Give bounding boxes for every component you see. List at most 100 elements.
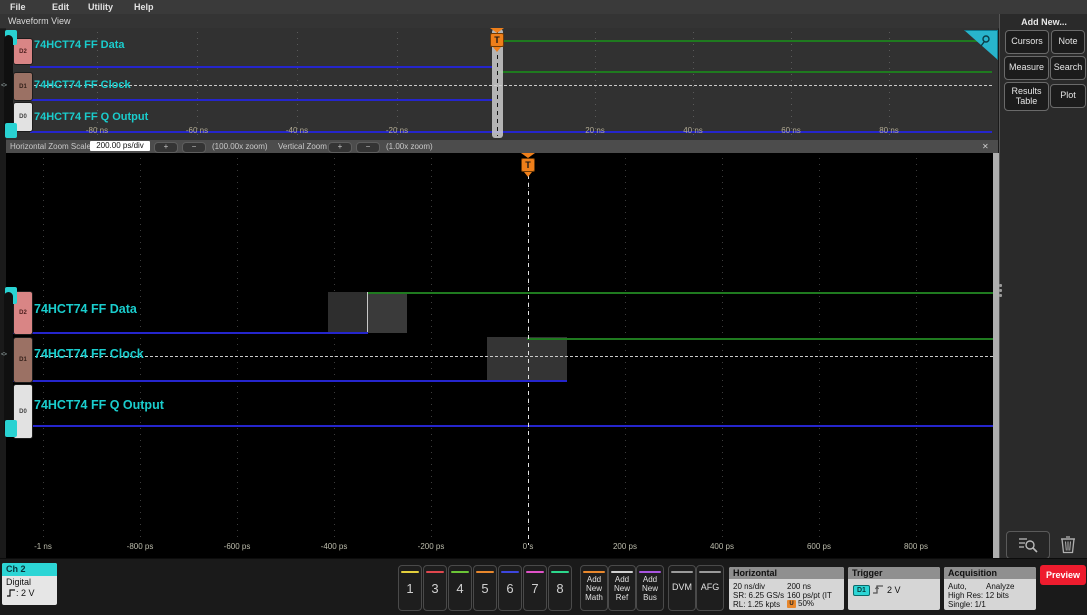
channel-label-q-output[interactable]: 74HCT74 FF Q Output [34, 111, 148, 123]
zoom-scale-bar: Horizontal Zoom Scale 200.00 ps/div + − … [6, 140, 998, 153]
channel-button-7[interactable]: 7 [523, 565, 547, 611]
axis-tick-label: 60 ns [781, 126, 801, 135]
gridline [237, 158, 238, 538]
gridline [334, 158, 335, 538]
channel-label-clock[interactable]: 74HCT74 FF Clock [34, 79, 131, 91]
trigger-panel[interactable]: Trigger D1 2 V [848, 567, 940, 610]
tab-waveform-view[interactable]: Waveform View [8, 14, 71, 28]
gridline [197, 32, 198, 136]
zoom-group-handle[interactable] [4, 292, 13, 435]
clock-level-dashed-line [34, 85, 992, 86]
menu-utility[interactable]: Utility [88, 0, 113, 14]
d1-high-segment [497, 71, 992, 73]
gridline [791, 32, 792, 136]
zoom-group-tab-bottom[interactable] [5, 420, 17, 437]
horizontal-panel[interactable]: Horizontal 20 ns/div 200 ns SR: 6.25 GS/… [729, 567, 844, 610]
trigger-position-line [528, 175, 529, 545]
acquisition-title: Acquisition [944, 567, 1036, 579]
trash-button[interactable] [1055, 531, 1081, 557]
dvm-button[interactable]: DVM [668, 565, 696, 611]
overview-trigger-marker[interactable]: T [490, 28, 504, 52]
h-zoom-scale-value[interactable]: 200.00 ps/div [90, 141, 150, 151]
axis-tick-label: 200 ps [612, 542, 638, 551]
trigger-source-badge: D1 [853, 585, 870, 597]
menu-edit[interactable]: Edit [52, 0, 69, 14]
ch2-title: Ch 2 [2, 563, 57, 576]
trigger-t-icon: T [521, 158, 535, 172]
channel-label-clock[interactable]: 74HCT74 FF Clock [34, 347, 144, 361]
acq-resolution: High Res: 12 bits [948, 591, 1009, 600]
v-zoom-label: Vertical Zoom [278, 142, 327, 151]
waveform-overview[interactable]: D2 D1 D0 74HCT74 FF Data 74HCT74 FF Cloc… [6, 28, 998, 141]
channel-number: 5 [481, 581, 489, 596]
axis-tick-label: -20 ns [385, 126, 409, 135]
channel-button-4[interactable]: 4 [448, 565, 472, 611]
add-new-math-button[interactable]: Add New Math [580, 565, 608, 611]
axis-tick-label: 0 s [522, 542, 534, 551]
results-table-button[interactable]: Results Table [1004, 82, 1049, 111]
panel-drag-handle[interactable] [996, 282, 1004, 304]
h-record-length: RL: 1.25 kpts [733, 600, 781, 609]
channel-color-stripe [501, 571, 519, 573]
channel-label-data[interactable]: 74HCT74 FF Data [34, 302, 137, 316]
ch2-badge[interactable]: Ch 2 Digital : 2 V [2, 563, 57, 605]
zoom-results-button[interactable] [1006, 531, 1050, 559]
magnifier-icon [980, 35, 990, 47]
d1-low-segment [6, 380, 567, 382]
channel-button-1[interactable]: 1 [398, 565, 422, 611]
channel-number: 8 [556, 581, 564, 596]
v-zoom-minus-button[interactable]: − [356, 142, 380, 153]
v-zoom-plus-button[interactable]: + [328, 142, 352, 153]
gridline [916, 158, 917, 538]
add-new-bus-label: Add New Bus [641, 575, 658, 602]
channel-button-5[interactable]: 5 [473, 565, 497, 611]
afg-button[interactable]: AFG [696, 565, 724, 611]
d2-transition-region-right [368, 292, 407, 333]
channel-chip-d1[interactable]: D1 [13, 72, 33, 101]
channel-label-data[interactable]: 74HCT74 FF Data [34, 39, 124, 51]
d1-low-segment [30, 99, 492, 101]
h-zoom-minus-button[interactable]: − [182, 142, 206, 153]
axis-tick-label: -1 ns [34, 542, 52, 551]
measure-button[interactable]: Measure [1004, 56, 1049, 80]
cursors-button[interactable]: Cursors [1005, 30, 1049, 54]
channel-button-8[interactable]: 8 [548, 565, 572, 611]
d2-low-segment [30, 66, 492, 68]
channel-chip-d1[interactable]: D1 [13, 337, 33, 383]
menu-file[interactable]: File [10, 0, 26, 14]
zoomed-waveform-view[interactable]: T D2 D1 D0 74HCT74 FF Data 74HCT74 FF Cl… [6, 153, 993, 558]
channel-button-6[interactable]: 6 [498, 565, 522, 611]
search-button[interactable]: Search [1050, 56, 1086, 80]
ref-color-stripe [611, 571, 633, 573]
channel-button-3[interactable]: 3 [423, 565, 447, 611]
add-new-panel: Add New... Cursors Note Measure Search R… [999, 14, 1087, 559]
position-u-icon: U [787, 599, 796, 608]
gridline [722, 158, 723, 538]
acquisition-panel[interactable]: Acquisition Auto, Analyze High Res: 12 b… [944, 567, 1036, 610]
menu-help[interactable]: Help [134, 0, 154, 14]
channel-label-q-output[interactable]: 74HCT74 FF Q Output [34, 398, 164, 412]
gridline [397, 32, 398, 136]
d2-high-segment [497, 40, 992, 42]
channel-number: 7 [531, 581, 539, 596]
zoom-trigger-marker[interactable]: T [521, 153, 535, 177]
close-zoom-icon[interactable]: ✕ [982, 140, 989, 153]
magnifier-list-icon [1019, 538, 1038, 553]
trigger-title: Trigger [848, 567, 940, 579]
horizontal-title: Horizontal [729, 567, 844, 579]
view-tab-bar: Waveform View [0, 14, 999, 29]
axis-tick-label: -200 ps [417, 542, 445, 551]
acq-single: Single: 1/1 [948, 600, 986, 609]
h-zoom-scale-label: Horizontal Zoom Scale [10, 142, 91, 151]
preview-button[interactable]: Preview [1040, 565, 1086, 585]
add-new-ref-button[interactable]: Add New Ref [608, 565, 636, 611]
axis-tick-label: -400 ps [320, 542, 348, 551]
add-new-bus-button[interactable]: Add New Bus [636, 565, 664, 611]
afg-label: AFG [700, 582, 720, 592]
channel-color-stripe [526, 571, 544, 573]
plot-button[interactable]: Plot [1050, 84, 1086, 108]
note-button[interactable]: Note [1051, 30, 1085, 54]
overview-group-tab-bottom[interactable] [5, 123, 17, 138]
h-zoom-plus-button[interactable]: + [154, 142, 178, 153]
math-color-stripe [583, 571, 605, 573]
